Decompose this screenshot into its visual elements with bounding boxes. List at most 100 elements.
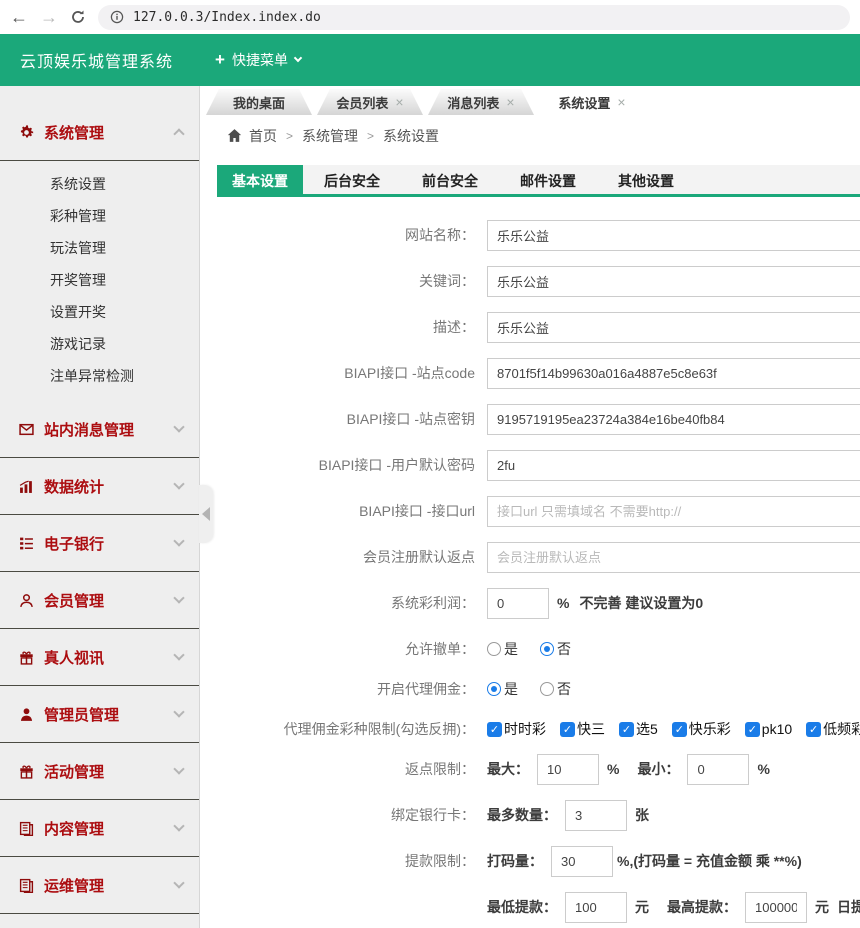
info-icon[interactable] [110, 10, 124, 24]
site-name-input[interactable] [487, 220, 860, 251]
field-label: 会员注册默认返点 [217, 547, 487, 567]
sidebar-item-label: 数据统计 [44, 476, 104, 497]
lottery-ssc-checkbox[interactable]: 时时彩 [487, 719, 546, 739]
tab-frontend-security[interactable]: 前台安全 [401, 165, 499, 194]
tab-backend-security[interactable]: 后台安全 [303, 165, 401, 194]
breadcrumb-system-settings[interactable]: 系统设置 [383, 126, 439, 146]
book-icon [18, 878, 35, 893]
min-withdraw-label: 最低提款： [487, 897, 557, 917]
unit-suffix: 元 [815, 897, 829, 917]
radio-label: 是 [504, 639, 518, 659]
sidebar-subitem-game-records[interactable]: 游戏记录 [0, 328, 199, 360]
percent-suffix: % [557, 595, 569, 611]
lottery-k3-checkbox[interactable]: 快三 [560, 719, 605, 739]
sidebar-item-admins[interactable]: 管理员管理 [0, 686, 199, 743]
sidebar-subitem-bet-anomaly[interactable]: 注单异常检测 [0, 360, 199, 392]
lottery-x5-checkbox[interactable]: 选5 [619, 719, 658, 739]
min-label: 最小： [637, 759, 679, 779]
close-icon[interactable]: × [506, 95, 514, 109]
tab-basic-settings[interactable]: 基本设置 [217, 165, 303, 194]
sidebar-item-members[interactable]: 会员管理 [0, 572, 199, 629]
tab-member-list[interactable]: 会员列表 × [317, 89, 423, 115]
radio-icon[interactable] [540, 682, 554, 696]
sidebar-item-content[interactable]: 内容管理 [0, 800, 199, 857]
allow-cancel-no-radio[interactable]: 否 [540, 639, 571, 659]
close-icon[interactable]: × [617, 95, 625, 109]
sidebar-submenu: 系统设置 彩种管理 玩法管理 开奖管理 设置开奖 游戏记录 注单异常检测 [0, 161, 199, 401]
keywords-input[interactable] [487, 266, 860, 297]
field-label: 提款限制： [217, 851, 487, 871]
sidebar-subitem-play-mgmt[interactable]: 玩法管理 [0, 232, 199, 264]
allow-cancel-yes-radio[interactable]: 是 [487, 639, 518, 659]
site-secret-input[interactable] [487, 404, 860, 435]
chevron-left-icon [202, 507, 210, 521]
close-icon[interactable]: × [395, 95, 403, 109]
tab-system-settings[interactable]: 系统设置 × [539, 89, 645, 115]
field-note: 不完善 建议设置为0 [579, 593, 703, 613]
bank-cards-input[interactable] [565, 800, 627, 831]
default-rebate-input[interactable] [487, 542, 860, 573]
percent-suffix: % [757, 761, 769, 777]
sidebar-item-label: 系统管理 [44, 122, 104, 143]
chevron-down-icon [173, 706, 184, 717]
max-withdraw-input[interactable] [745, 892, 807, 923]
breadcrumb-home[interactable]: 首页 [249, 126, 277, 146]
chevron-down-icon [173, 535, 184, 546]
agent-commission-no-radio[interactable]: 否 [540, 679, 571, 699]
lottery-klc-checkbox[interactable]: 快乐彩 [672, 719, 731, 739]
unit-suffix: 元 [635, 897, 649, 917]
sidebar-item-system[interactable]: 系统管理 [0, 104, 199, 161]
default-password-input[interactable] [487, 450, 860, 481]
sidebar-item-ops[interactable]: 运维管理 [0, 857, 199, 914]
checkbox-checked-icon[interactable] [672, 722, 687, 737]
rebate-min-input[interactable] [687, 754, 749, 785]
sidebar-subitem-system-settings[interactable]: 系统设置 [0, 168, 199, 200]
checkbox-checked-icon[interactable] [560, 722, 575, 737]
breadcrumb-system-mgmt[interactable]: 系统管理 [302, 126, 358, 146]
sidebar-subitem-draw-mgmt[interactable]: 开奖管理 [0, 264, 199, 296]
checkbox-checked-icon[interactable] [619, 722, 634, 737]
main-panel: 我的桌面 会员列表 × 消息列表 × 系统设置 × 首页 > 系统管理 > [200, 86, 860, 928]
address-bar[interactable]: 127.0.0.3/Index.index.do [98, 5, 850, 30]
forward-icon[interactable]: → [40, 8, 58, 26]
checkbox-label: 低频彩 [823, 719, 860, 739]
tab-label: 消息列表 [447, 93, 499, 112]
sidebar-subitem-lottery-mgmt[interactable]: 彩种管理 [0, 200, 199, 232]
lottery-pk10-checkbox[interactable]: pk10 [745, 721, 792, 737]
checkbox-checked-icon[interactable] [487, 722, 502, 737]
radio-checked-icon[interactable] [487, 682, 501, 696]
unit-suffix: 张 [635, 805, 649, 825]
back-icon[interactable]: ← [10, 8, 28, 26]
sidebar-item-messages[interactable]: 站内消息管理 [0, 401, 199, 458]
system-profit-input[interactable] [487, 588, 549, 619]
api-url-input[interactable] [487, 496, 860, 527]
lottery-dpc-checkbox[interactable]: 低频彩 [806, 719, 860, 739]
field-label: 返点限制： [217, 759, 487, 779]
sidebar-item-ebank[interactable]: 电子银行 [0, 515, 199, 572]
rebate-max-input[interactable] [537, 754, 599, 785]
radio-checked-icon[interactable] [540, 642, 554, 656]
plus-icon: + [215, 50, 225, 70]
site-code-input[interactable] [487, 358, 860, 389]
sidebar-item-stats[interactable]: 数据统计 [0, 458, 199, 515]
tab-mail-settings[interactable]: 邮件设置 [499, 165, 597, 194]
checkbox-checked-icon[interactable] [745, 722, 760, 737]
sidebar-item-label: 会员管理 [44, 590, 104, 611]
tab-other-settings[interactable]: 其他设置 [597, 165, 695, 194]
description-input[interactable] [487, 312, 860, 343]
quick-menu-button[interactable]: + 快捷菜单 [215, 50, 301, 70]
sidebar-item-activities[interactable]: 活动管理 [0, 743, 199, 800]
min-withdraw-input[interactable] [565, 892, 627, 923]
sidebar-item-live[interactable]: 真人视讯 [0, 629, 199, 686]
tab-message-list[interactable]: 消息列表 × [428, 89, 534, 115]
sidebar-subitem-draw-setting[interactable]: 设置开奖 [0, 296, 199, 328]
tab-my-desktop[interactable]: 我的桌面 [206, 89, 312, 115]
checkbox-checked-icon[interactable] [806, 722, 821, 737]
turnover-input[interactable] [551, 846, 613, 877]
sidebar-collapse-handle[interactable] [199, 485, 213, 543]
agent-commission-yes-radio[interactable]: 是 [487, 679, 518, 699]
field-label: 开启代理佣金： [217, 679, 487, 699]
reload-icon[interactable] [70, 9, 86, 25]
radio-icon[interactable] [487, 642, 501, 656]
percent-suffix: % [607, 761, 619, 777]
